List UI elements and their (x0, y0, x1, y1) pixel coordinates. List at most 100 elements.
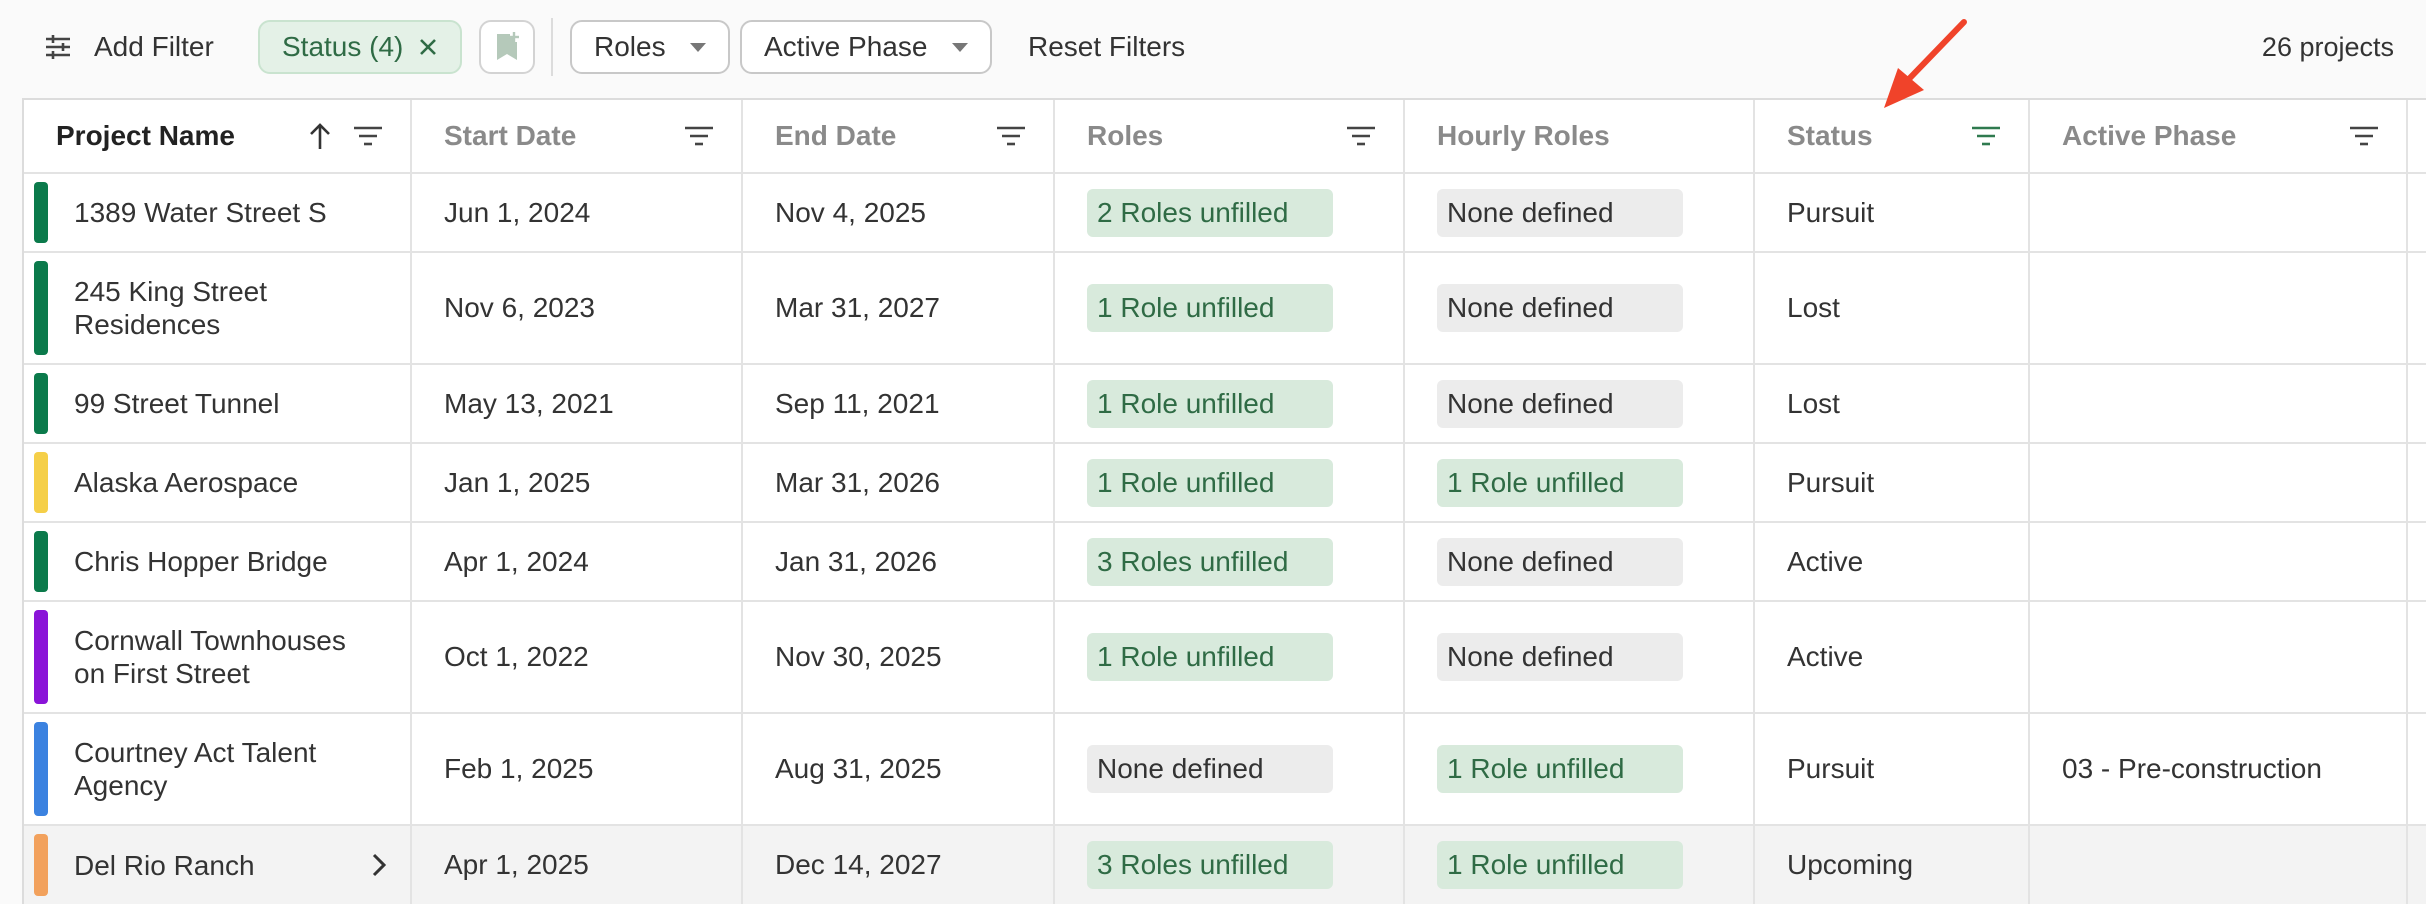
project-name[interactable]: Courtney Act Talent Agency (74, 714, 374, 824)
status-cell: Pursuit (1755, 174, 2030, 251)
column-header-start-date[interactable]: Start Date (412, 100, 743, 172)
roles-pill[interactable]: 1 Role unfilled (1087, 458, 1333, 507)
active-phase-cell (2030, 523, 2408, 600)
roles-pill[interactable]: None defined (1087, 745, 1333, 793)
hourly-pill[interactable]: 1 Role unfilled (1437, 458, 1683, 507)
table-row[interactable]: 245 King Street Residences Nov 6, 2023 M… (24, 253, 2426, 365)
column-header-roles[interactable]: Roles (1055, 100, 1405, 172)
table-row[interactable]: Chris Hopper Bridge Apr 1, 2024 Jan 31, … (24, 523, 2426, 602)
add-filter-button[interactable]: Add Filter (44, 20, 214, 74)
start-date-cell: Feb 1, 2025 (412, 714, 743, 824)
project-name-cell[interactable]: Del Rio Ranch (24, 826, 412, 904)
overflow-cell (2408, 444, 2426, 521)
project-name[interactable]: Del Rio Ranch (74, 826, 374, 904)
hourly-roles-cell: None defined (1405, 523, 1755, 600)
end-date-cell: Nov 30, 2025 (743, 602, 1055, 712)
hourly-pill[interactable]: None defined (1437, 188, 1683, 237)
roles-pill[interactable]: 3 Roles unfilled (1087, 537, 1333, 586)
column-title: Status (1787, 120, 1873, 151)
end-date-cell: Aug 31, 2025 (743, 714, 1055, 824)
close-icon[interactable] (418, 37, 438, 57)
filter-icon[interactable] (997, 125, 1025, 147)
save-filter-button[interactable] (479, 20, 535, 74)
project-color-bar (34, 452, 48, 513)
roles-pill[interactable]: 1 Role unfilled (1087, 284, 1333, 332)
start-date-cell: Apr 1, 2024 (412, 523, 743, 600)
table-row[interactable]: 99 Street Tunnel May 13, 2021 Sep 11, 20… (24, 365, 2426, 444)
reset-filters-button[interactable]: Reset Filters (1028, 20, 1185, 74)
roles-pill[interactable]: 2 Roles unfilled (1087, 188, 1333, 237)
project-name[interactable]: 99 Street Tunnel (74, 365, 374, 442)
end-date-cell: Dec 14, 2027 (743, 826, 1055, 904)
table-row[interactable]: Del Rio Ranch Apr 1, 2025 Dec 14, 2027 3… (24, 826, 2426, 904)
hourly-pill[interactable]: None defined (1437, 284, 1683, 332)
hourly-roles-cell: 1 Role unfilled (1405, 444, 1755, 521)
status-cell: Pursuit (1755, 714, 2030, 824)
filter-toolbar: Add Filter Status (4) Roles Active Phase… (0, 0, 2426, 98)
project-name-cell[interactable]: Alaska Aerospace (24, 444, 412, 521)
column-title: Roles (1087, 120, 1164, 151)
project-color-bar (34, 373, 48, 434)
project-name[interactable]: Chris Hopper Bridge (74, 523, 374, 600)
end-date-cell: Nov 4, 2025 (743, 174, 1055, 251)
project-name[interactable]: 1389 Water Street S (74, 174, 374, 251)
roles-pill[interactable]: 3 Roles unfilled (1087, 841, 1333, 889)
roles-cell: 3 Roles unfilled (1055, 826, 1405, 904)
active-phase-cell (2030, 174, 2408, 251)
hourly-roles-cell: None defined (1405, 174, 1755, 251)
hourly-pill[interactable]: None defined (1437, 379, 1683, 428)
sort-ascending-icon[interactable] (308, 122, 332, 150)
project-color-bar (34, 182, 48, 243)
project-name-cell[interactable]: 1389 Water Street S (24, 174, 412, 251)
column-title: Project Name (56, 120, 235, 151)
project-name[interactable]: Cornwall Townhouses on First Street (74, 602, 374, 712)
project-name-cell[interactable]: Chris Hopper Bridge (24, 523, 412, 600)
filter-icon[interactable] (1972, 125, 2000, 147)
filter-icon[interactable] (354, 125, 382, 147)
table-row[interactable]: Courtney Act Talent Agency Feb 1, 2025 A… (24, 714, 2426, 826)
project-name-cell[interactable]: Cornwall Townhouses on First Street (24, 602, 412, 712)
hourly-pill[interactable]: None defined (1437, 633, 1683, 681)
toolbar-divider (551, 18, 553, 76)
chevron-down-icon (690, 42, 706, 52)
annotation-arrow (1884, 19, 1967, 108)
column-title: Hourly Roles (1437, 120, 1610, 151)
table-row[interactable]: Cornwall Townhouses on First Street Oct … (24, 602, 2426, 714)
column-header-active-phase[interactable]: Active Phase (2030, 100, 2408, 172)
project-name-cell[interactable]: Courtney Act Talent Agency (24, 714, 412, 824)
sliders-icon (46, 35, 70, 59)
status-filter-chip[interactable]: Status (4) (258, 20, 462, 74)
table-row[interactable]: Alaska Aerospace Jan 1, 2025 Mar 31, 202… (24, 444, 2426, 523)
hourly-pill[interactable]: None defined (1437, 537, 1683, 586)
column-header-end-date[interactable]: End Date (743, 100, 1055, 172)
active-phase-dropdown[interactable]: Active Phase (740, 20, 992, 74)
overflow-cell (2408, 523, 2426, 600)
hourly-pill[interactable]: 1 Role unfilled (1437, 745, 1683, 793)
chevron-right-icon[interactable] (370, 851, 388, 879)
table-row[interactable]: 1389 Water Street S Jun 1, 2024 Nov 4, 2… (24, 174, 2426, 253)
project-name[interactable]: 245 King Street Residences (74, 253, 374, 363)
column-header-project-name[interactable]: Project Name (24, 100, 412, 172)
project-name-cell[interactable]: 245 King Street Residences (24, 253, 412, 363)
overflow-cell (2408, 602, 2426, 712)
overflow-cell (2408, 365, 2426, 442)
project-name[interactable]: Alaska Aerospace (74, 444, 374, 521)
active-phase-cell (2030, 444, 2408, 521)
active-phase-cell (2030, 365, 2408, 442)
hourly-roles-cell: 1 Role unfilled (1405, 826, 1755, 904)
start-date-cell: May 13, 2021 (412, 365, 743, 442)
phase-dropdown-label: Active Phase (764, 31, 928, 62)
hourly-pill[interactable]: 1 Role unfilled (1437, 841, 1683, 889)
column-header-hourly-roles[interactable]: Hourly Roles (1405, 100, 1755, 172)
end-date-cell: Mar 31, 2026 (743, 444, 1055, 521)
end-date-cell: Sep 11, 2021 (743, 365, 1055, 442)
project-name-cell[interactable]: 99 Street Tunnel (24, 365, 412, 442)
roles-dropdown[interactable]: Roles (570, 20, 730, 74)
filter-icon[interactable] (1347, 125, 1375, 147)
roles-cell: None defined (1055, 714, 1405, 824)
filter-icon[interactable] (2350, 125, 2378, 147)
roles-pill[interactable]: 1 Role unfilled (1087, 379, 1333, 428)
roles-pill[interactable]: 1 Role unfilled (1087, 633, 1333, 681)
end-date-cell: Mar 31, 2027 (743, 253, 1055, 363)
filter-icon[interactable] (685, 125, 713, 147)
